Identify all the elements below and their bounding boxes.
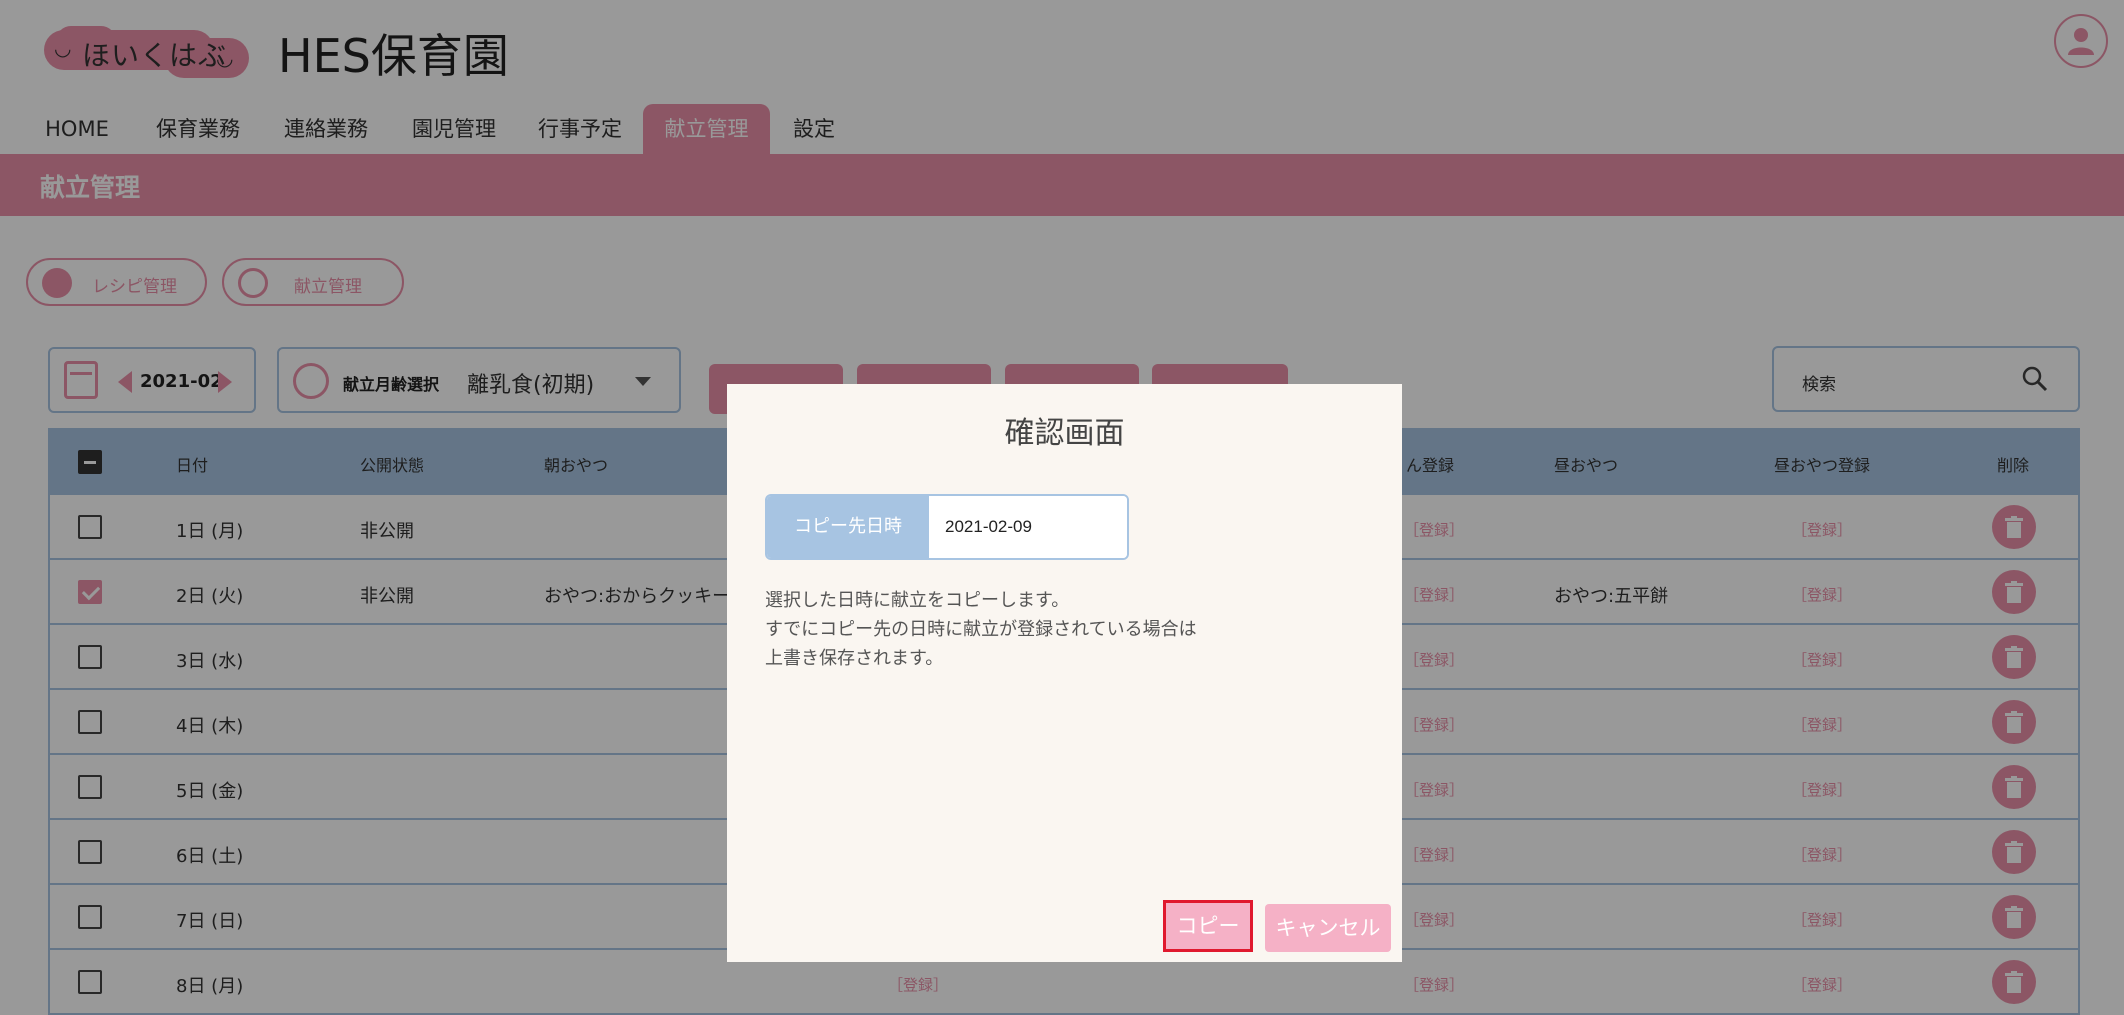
dialog-title: 確認画面 bbox=[1004, 416, 1125, 451]
confirm-dialog: 確認画面 コピー先日時 選択した日時に献立をコピーします。 すでにコピー先の日時… bbox=[727, 384, 1402, 962]
copy-destination-input[interactable] bbox=[929, 496, 1127, 558]
copy-destination-field: コピー先日時 bbox=[765, 494, 1129, 560]
dialog-message-line: 上書き保存されます。 bbox=[765, 648, 944, 669]
dialog-message-line: すでにコピー先の日時に献立が登録されている場合は bbox=[765, 619, 1197, 640]
copy-destination-label: コピー先日時 bbox=[767, 496, 929, 558]
cancel-button[interactable]: キャンセル bbox=[1265, 904, 1391, 952]
copy-button[interactable]: コピー bbox=[1163, 900, 1253, 952]
dialog-message-line: 選択した日時に献立をコピーします。 bbox=[765, 590, 1070, 611]
